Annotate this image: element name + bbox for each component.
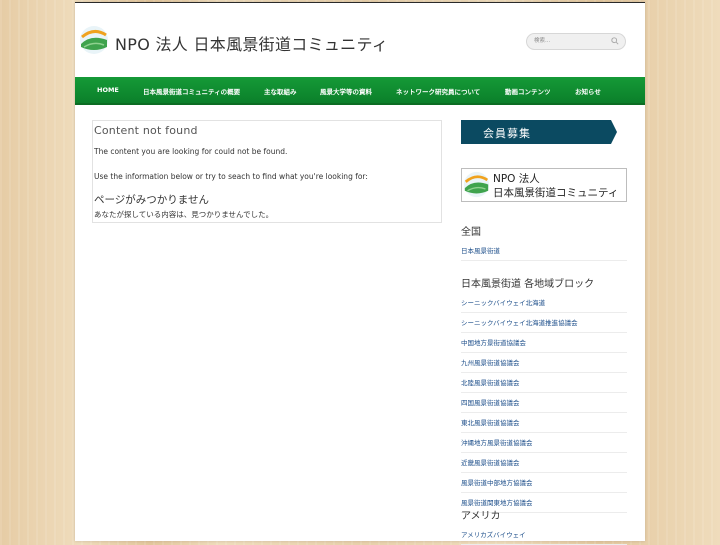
npo-banner[interactable]: NPO 法人 日本風景街道コミュニティ bbox=[461, 168, 627, 202]
sidebar-link[interactable]: 四国風景街道協議会 bbox=[461, 393, 627, 413]
sidebar-link[interactable]: 日本風景街道 bbox=[461, 241, 627, 261]
npo-logo-icon bbox=[463, 171, 490, 198]
search-icon[interactable] bbox=[611, 37, 619, 45]
not-found-box: Content not found The content you are lo… bbox=[92, 120, 442, 223]
sidebar-link[interactable]: 北陸風景街道協議会 bbox=[461, 373, 627, 393]
sidebar-link[interactable]: 近畿風景街道協議会 bbox=[461, 453, 627, 473]
sidebar-link[interactable]: 沖縄地方風景街道協議会 bbox=[461, 433, 627, 453]
nav-item-materials[interactable]: 風景大学等の資料 bbox=[320, 86, 372, 96]
sidebar-section-regional: 日本風景街道 各地域ブロック シーニックバイウェイ北海道 シーニックバイウェイ北… bbox=[461, 275, 627, 513]
sidebar-link[interactable]: 東北風景街道協議会 bbox=[461, 413, 627, 433]
main-content: Content not found The content you are lo… bbox=[92, 120, 442, 223]
search-hint: Use the information below or try to seac… bbox=[94, 172, 368, 181]
sidebar-section-national: 全国 日本風景街道 bbox=[461, 223, 627, 261]
site-title[interactable]: NPO 法人 日本風景街道コミュニティ bbox=[115, 31, 388, 55]
sidebar-link[interactable]: シーニックバイウェイ北海道推進協議会 bbox=[461, 313, 627, 333]
search-box[interactable] bbox=[526, 33, 626, 50]
npo-banner-line1: NPO 法人 bbox=[493, 173, 540, 185]
jp-not-found-message: あなたが探している内容は、見つかりませんでした。 bbox=[94, 210, 274, 219]
nav-item-overview[interactable]: 日本風景街道コミュニティの概要 bbox=[143, 86, 240, 96]
section-title: アメリカ bbox=[461, 511, 501, 522]
site-header: NPO 法人 日本風景街道コミュニティ bbox=[75, 3, 645, 77]
not-found-message: The content you are looking for could no… bbox=[94, 147, 288, 156]
sidebar: 会員募集 NPO 法人 日本風景街道コミュニティ 全国 日本風景街道 日本風景街… bbox=[461, 120, 627, 545]
sidebar-section-america: アメリカ アメリカズバイウェイ bbox=[461, 507, 627, 545]
page: NPO 法人 日本風景街道コミュニティ HOME 日本風景街道コミュニティの概要… bbox=[75, 2, 645, 545]
banner-arrow-shape bbox=[611, 120, 617, 144]
section-title: 日本風景街道 各地域ブロック bbox=[461, 279, 595, 290]
npo-banner-line2: 日本風景街道コミュニティ bbox=[493, 187, 619, 199]
jp-not-found-title: ページがみつかりません bbox=[94, 194, 209, 206]
member-banner-label: 会員募集 bbox=[483, 127, 531, 140]
member-recruitment-banner[interactable]: 会員募集 bbox=[461, 120, 617, 144]
site-logo-icon[interactable] bbox=[79, 25, 109, 55]
section-title: 全国 bbox=[461, 227, 481, 238]
nav-item-researchers[interactable]: ネットワーク研究員について bbox=[396, 86, 480, 96]
sidebar-link[interactable]: アメリカズバイウェイ bbox=[461, 525, 627, 545]
nav-item-activities[interactable]: 主な取組み bbox=[264, 86, 297, 96]
nav-item-news[interactable]: お知らせ bbox=[575, 86, 601, 96]
search-input[interactable] bbox=[534, 35, 608, 47]
page-title: Content not found bbox=[94, 124, 198, 137]
nav-item-home[interactable]: HOME bbox=[97, 86, 119, 94]
sidebar-link[interactable]: 風景街道中部地方協議会 bbox=[461, 473, 627, 493]
sidebar-link[interactable]: 九州風景街道協議会 bbox=[461, 353, 627, 373]
main-nav: HOME 日本風景街道コミュニティの概要 主な取組み 風景大学等の資料 ネットワ… bbox=[75, 77, 645, 105]
sidebar-link[interactable]: 中国地方景街道協議会 bbox=[461, 333, 627, 353]
sidebar-link[interactable]: シーニックバイウェイ北海道 bbox=[461, 293, 627, 313]
nav-item-videos[interactable]: 動画コンテンツ bbox=[505, 86, 551, 96]
